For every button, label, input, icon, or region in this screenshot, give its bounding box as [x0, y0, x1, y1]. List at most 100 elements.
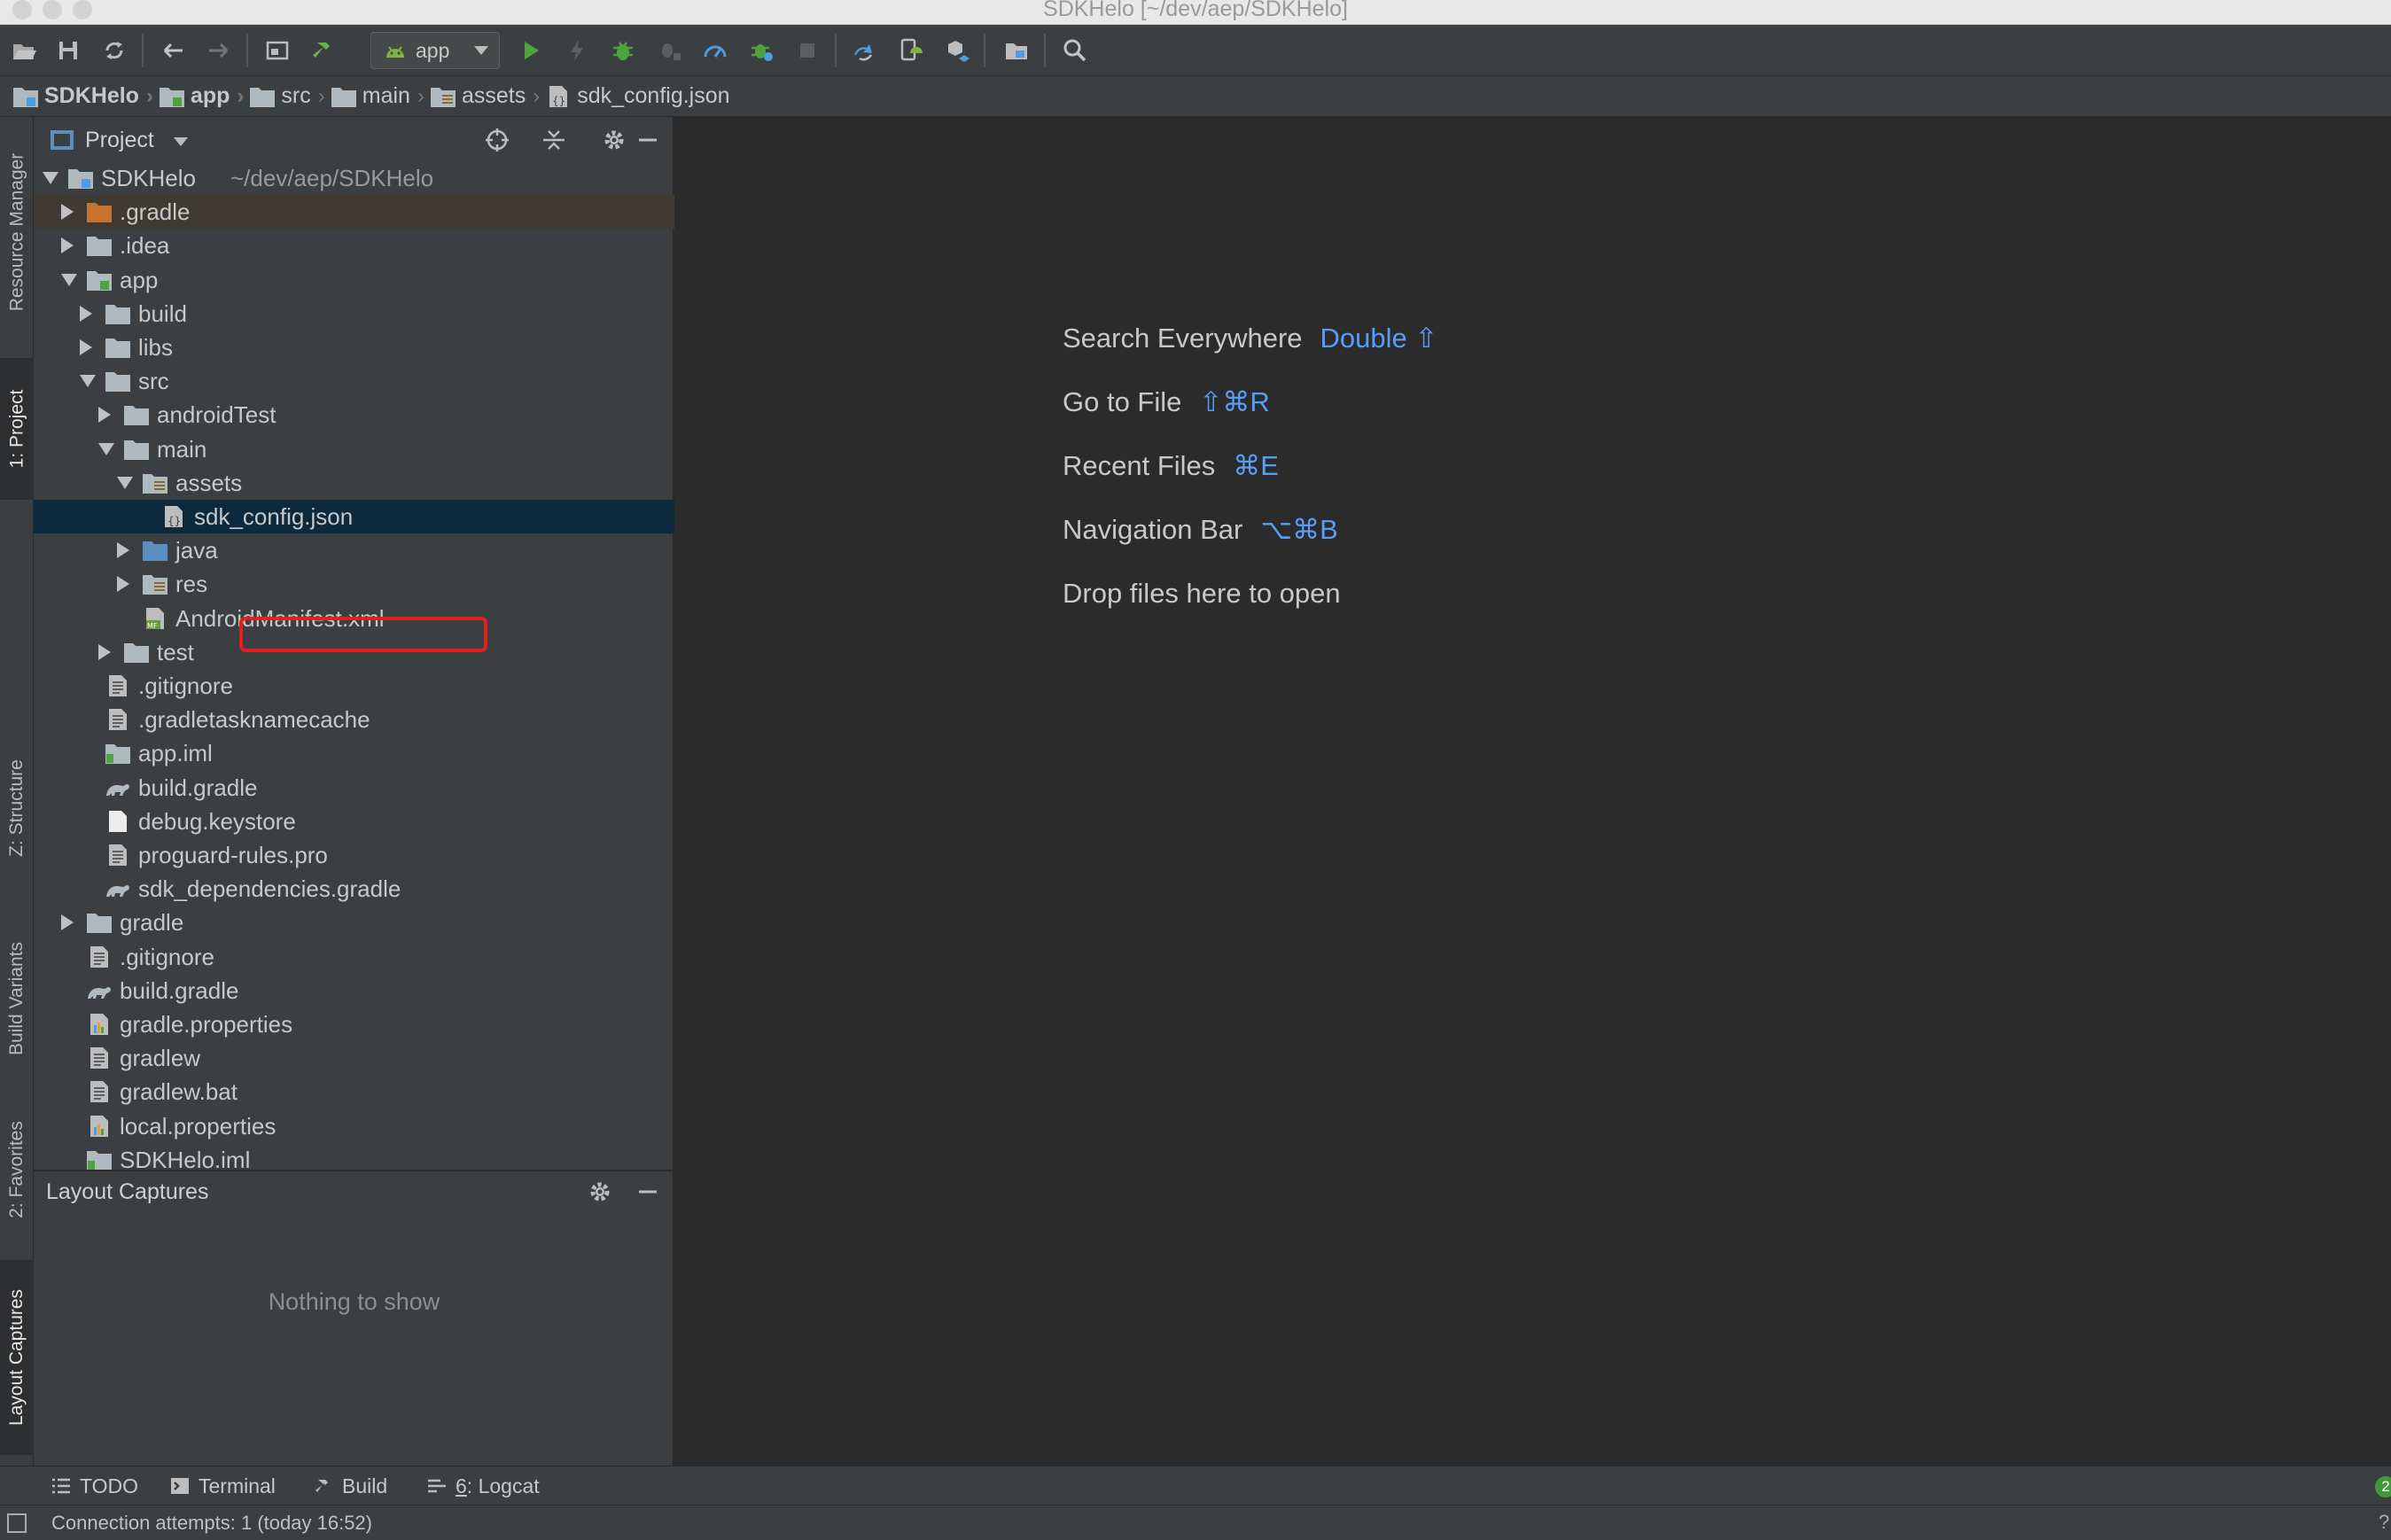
tab-logcat-label: : Logcat [466, 1474, 540, 1497]
run-configuration-select[interactable]: app [370, 32, 500, 69]
tab-favorites[interactable]: 2: Favorites [0, 1108, 34, 1232]
toggle-tool-windows-icon[interactable] [7, 1513, 27, 1533]
back-icon[interactable] [156, 34, 190, 67]
collapsed-arrow-icon[interactable] [117, 576, 129, 592]
window-icon[interactable] [261, 34, 294, 67]
attach-debugger-icon[interactable] [652, 34, 686, 67]
expanded-arrow-icon[interactable] [61, 274, 77, 286]
tree-row[interactable]: gradlew.bat [34, 1075, 674, 1108]
expanded-arrow-icon[interactable] [43, 172, 58, 184]
chevron-down-icon[interactable] [174, 137, 188, 146]
tree-row[interactable]: build.gradle [34, 974, 674, 1007]
folder-icon [123, 403, 150, 426]
tab-build-variants[interactable]: Build Variants [0, 906, 34, 1092]
tree-row[interactable]: src [34, 364, 674, 398]
tab-project[interactable]: 1: Project [0, 358, 34, 500]
tree-row[interactable]: sdk_dependencies.gradle [34, 872, 674, 906]
collapsed-arrow-icon[interactable] [61, 914, 74, 930]
breadcrumb-item[interactable]: assets › [430, 83, 540, 109]
tree-row[interactable]: proguard-rules.pro [34, 838, 674, 872]
forward-icon[interactable] [202, 34, 236, 67]
project-view-title[interactable]: Project [85, 128, 154, 153]
status-bar: Connection attempts: 1 (today 16:52) ? [0, 1505, 2391, 1540]
project-structure-icon[interactable] [1000, 34, 1033, 67]
collapsed-arrow-icon[interactable] [98, 644, 111, 660]
tree-row[interactable]: SDKHelo.iml [34, 1143, 674, 1170]
tree-row[interactable]: local.properties [34, 1109, 674, 1143]
collapsed-arrow-icon[interactable] [80, 339, 92, 355]
sync-gradle-icon[interactable] [847, 34, 881, 67]
tree-row[interactable]: {} sdk_config.json [34, 500, 674, 533]
collapse-all-icon[interactable] [541, 127, 567, 153]
expanded-arrow-icon[interactable] [80, 375, 96, 387]
locate-file-icon[interactable] [484, 127, 510, 153]
build-hammer-icon[interactable] [307, 34, 340, 67]
debug-icon[interactable] [606, 34, 640, 67]
collapsed-arrow-icon[interactable] [117, 542, 129, 558]
collapsed-arrow-icon[interactable] [98, 407, 111, 423]
help-icon[interactable]: ? [2379, 1511, 2389, 1534]
apply-changes-icon[interactable] [560, 34, 594, 67]
minimize-panel-icon[interactable] [635, 127, 661, 153]
expanded-arrow-icon[interactable] [98, 443, 114, 455]
tree-row[interactable]: MF AndroidManifest.xml [34, 602, 674, 635]
tree-row[interactable]: res [34, 567, 674, 601]
breadcrumb-item[interactable]: SDKHelo › [12, 83, 153, 109]
tab-structure[interactable]: Z: Structure [0, 728, 34, 888]
stop-icon[interactable] [791, 34, 824, 67]
tab-resource-manager[interactable]: Resource Manager [0, 126, 34, 338]
avd-manager-icon[interactable] [893, 34, 927, 67]
tree-row[interactable]: build.gradle [34, 771, 674, 805]
module-icon [86, 268, 113, 292]
tree-row[interactable]: androidTest [34, 398, 674, 432]
sync-icon[interactable] [97, 34, 131, 67]
tree-row[interactable]: libs [34, 331, 674, 364]
collapsed-arrow-icon[interactable] [61, 204, 74, 220]
breadcrumb-item[interactable]: src › [249, 83, 325, 109]
minimize-panel-icon[interactable] [635, 1178, 661, 1205]
folder-icon [249, 85, 281, 108]
tab-build[interactable]: Build [314, 1472, 387, 1500]
debug-bug-icon[interactable] [744, 34, 778, 67]
tree-row[interactable]: SDKHelo ~/dev/aep/SDKHelo [34, 161, 674, 195]
collapsed-arrow-icon[interactable] [61, 237, 74, 253]
tree-row[interactable]: gradlew [34, 1041, 674, 1075]
tab-terminal[interactable]: Terminal [170, 1472, 276, 1500]
tree-row[interactable]: assets [34, 466, 674, 500]
event-log-badge[interactable]: 2 [2375, 1476, 2391, 1497]
tab-layout-captures[interactable]: Layout Captures [0, 1260, 34, 1455]
gear-icon[interactable] [587, 1178, 613, 1205]
breadcrumb-label: sdk_config.json [577, 83, 730, 108]
tree-row[interactable]: .gitignore [34, 940, 674, 974]
tree-row[interactable]: gradle [34, 906, 674, 939]
breadcrumb-item[interactable]: app › [159, 83, 244, 109]
tree-row[interactable]: app [34, 263, 674, 297]
tree-row[interactable]: .gradle [34, 195, 674, 229]
tree-row[interactable]: debug.keystore [34, 805, 674, 838]
tree-row[interactable]: main [34, 432, 674, 466]
search-icon[interactable] [1058, 34, 1092, 67]
tab-logcat[interactable]: 6: Logcat [427, 1472, 540, 1500]
sdk-manager-icon[interactable] [939, 34, 973, 67]
tree-row[interactable]: .gitignore [34, 669, 674, 703]
tree-row[interactable]: build [34, 297, 674, 331]
gear-icon[interactable] [601, 127, 627, 153]
profile-icon[interactable] [698, 34, 732, 67]
tree-row[interactable]: .idea [34, 229, 674, 262]
editor-empty-area[interactable]: Search Everywhere Double ⇧ Go to File ⇧⌘R Re… [674, 117, 2391, 1466]
editor-hint-shortcut: Double ⇧ [1320, 323, 1438, 354]
editor-hint: Search Everywhere Double ⇧ [1063, 323, 1437, 354]
run-icon[interactable] [514, 34, 548, 67]
tree-row[interactable]: java [34, 533, 674, 567]
tree-row[interactable]: .gradletasknamecache [34, 703, 674, 736]
tree-row[interactable]: test [34, 635, 674, 669]
tree-row[interactable]: gradle.properties [34, 1007, 674, 1041]
save-icon[interactable] [51, 34, 85, 67]
tree-row[interactable]: app.iml [34, 736, 674, 770]
collapsed-arrow-icon[interactable] [80, 306, 92, 322]
breadcrumb-item[interactable]: {} sdk_config.json [545, 83, 730, 109]
expanded-arrow-icon[interactable] [117, 477, 133, 489]
breadcrumb-item[interactable]: main › [331, 83, 424, 109]
open-folder-icon[interactable] [7, 34, 41, 67]
tab-todo[interactable]: TODO [51, 1472, 138, 1500]
